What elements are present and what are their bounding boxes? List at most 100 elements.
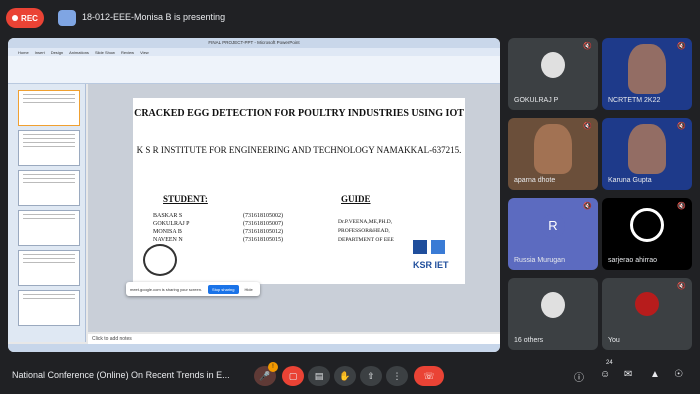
student-row: MONISA B (731618105012) [153,228,283,236]
slide-thumbnail[interactable] [18,250,80,286]
ribbon-tab[interactable]: Insert [35,50,45,55]
student-id: (731618105012) [243,229,283,235]
ribbon-tab[interactable]: Slide Show [95,50,115,55]
student-id: (731618105007) [243,221,283,227]
participant-tile[interactable]: aparna dhote 🔇 [508,118,598,190]
student-row: BASKAR S (731618105002) [153,212,283,220]
slide-thumbnail[interactable] [18,170,80,206]
participant-tile[interactable]: You 🔇 [602,278,692,350]
participant-name: NCRTETM 2K22 [608,97,661,104]
rec-label: REC [21,13,38,23]
guide-line: PROFESSOR&HEAD, [338,228,390,234]
video-feed [628,124,666,174]
logo-text: KSR IET [413,260,449,270]
participant-tile[interactable]: 16 others [508,278,598,350]
ribbon-tab[interactable]: Review [121,50,134,55]
ribbon-tabs: Home Insert Design Animations Slide Show Revi… [8,48,500,56]
ribbon-tab[interactable]: Design [51,50,63,55]
student-row: GOKULRAJ P (731618105007) [153,220,283,228]
student-heading: STUDENT: [163,194,208,204]
participant-tile[interactable]: Karuna Gupta 🔇 [602,118,692,190]
college-seal-icon [143,244,177,276]
participant-count: 24 [606,360,613,366]
ribbon-tab[interactable]: Animations [69,50,89,55]
participant-tile[interactable]: NCRTETM 2K22 🔇 [602,38,692,110]
slide-institute: K S R INSTITUTE FOR ENGINEERING AND TECH… [136,145,462,155]
participant-name: GOKULRAJ P [514,97,559,104]
avatar: R [541,214,565,238]
shared-screen[interactable]: FINAL PROJECT-PPT - Microsoft PowerPoint… [8,38,500,352]
avatar [541,292,565,318]
mic-muted-icon: 🔇 [677,123,686,130]
guide-line: Dr.P.VEENA,ME,PH.D, [338,219,393,225]
info-icon[interactable]: ⓘ [574,369,584,384]
obs-logo-icon [630,208,664,242]
status-bar [8,344,500,352]
share-tip-text: meet.google.com is sharing your screen. [130,286,203,292]
camera-off-button[interactable]: ▢ [282,366,304,386]
student-name: NAVEEN N [153,237,183,243]
participant-name: Russia Murugan [514,257,565,264]
participant-tile[interactable]: sarjerao ahirrao 🔇 [602,198,692,270]
meeting-title: National Conference (Online) On Recent T… [12,370,230,380]
student-list: BASKAR S (731618105002) GOKULRAJ P (7316181… [153,212,283,244]
student-id: (731618105002) [243,213,283,219]
avatar [635,292,659,316]
participant-name: 16 others [514,337,544,344]
ribbon-tab[interactable]: View [140,50,149,55]
guide-line: DEPARTMENT OF EEE [338,237,394,243]
stop-sharing-button[interactable]: Stop sharing [208,284,239,294]
window-title: FINAL PROJECT-PPT - Microsoft PowerPoint [8,38,500,48]
activities-icon[interactable]: ▲ [650,369,660,380]
current-slide: CRACKED EGG DETECTION FOR POULTRY INDUST… [133,98,465,284]
chat-icon[interactable]: ✉ [624,369,632,380]
student-name: MONISA B [153,229,182,235]
slides-pane[interactable] [8,84,86,342]
host-controls-icon[interactable]: ☉ [674,369,683,380]
record-dot-icon [12,15,19,21]
notes-field[interactable]: Click to add notes [88,334,500,344]
slide-thumbnail[interactable] [18,90,80,126]
mic-muted-icon: 🔇 [583,43,592,50]
recording-badge: REC [6,8,44,28]
participant-tile[interactable]: R Russia Murugan 🔇 [508,198,598,270]
mic-muted-icon: 🔇 [677,43,686,50]
participant-name: Karuna Gupta [608,177,652,184]
mic-muted-icon: 🔇 [677,203,686,210]
slide-thumbnail[interactable] [18,290,80,326]
slide-title: CRACKED EGG DETECTION FOR POULTRY INDUST… [134,108,464,119]
presenter-text: 18-012-EEE-Monisa B is presenting [82,12,226,22]
end-call-button[interactable]: ☏ [414,366,444,386]
ribbon [8,56,500,84]
guide-heading: GUIDE [341,194,371,204]
student-name: GOKULRAJ P [153,221,190,227]
participant-name: You [608,337,620,344]
slide-thumbnail[interactable] [18,130,80,166]
student-name: BASKAR S [153,213,183,219]
avatar [541,52,565,78]
video-feed [628,44,666,94]
participant-name: aparna dhote [514,177,556,184]
screen-share-tip: meet.google.com is sharing your screen. … [126,282,260,296]
people-icon[interactable]: ☺ [600,369,610,380]
mic-muted-icon: 🔇 [583,123,592,130]
present-button[interactable]: ⇧ [360,366,382,386]
participant-name: sarjerao ahirrao [608,257,658,264]
mic-warning-badge: ! [268,362,278,372]
presenting-icon [58,10,76,26]
ribbon-tab[interactable]: Home [18,50,29,55]
mic-muted-icon: 🔇 [583,203,592,210]
participant-tile[interactable]: GOKULRAJ P 🔇 [508,38,598,110]
more-options-button[interactable]: ⋮ [386,366,408,386]
student-id: (731618105015) [243,237,283,243]
bottom-bar: National Conference (Online) On Recent T… [0,356,700,394]
hide-button[interactable]: Hide [245,287,253,292]
raise-hand-button[interactable]: ✋ [334,366,356,386]
student-row: NAVEEN N (731618105015) [153,236,283,244]
captions-button[interactable]: ▤ [308,366,330,386]
slide-thumbnail[interactable] [18,210,80,246]
mic-muted-icon: 🔇 [677,283,686,290]
top-bar: REC 18-012-EEE-Monisa B is presenting [0,0,700,36]
video-feed [534,124,572,174]
ksriet-logo: KSR IET [411,238,455,274]
